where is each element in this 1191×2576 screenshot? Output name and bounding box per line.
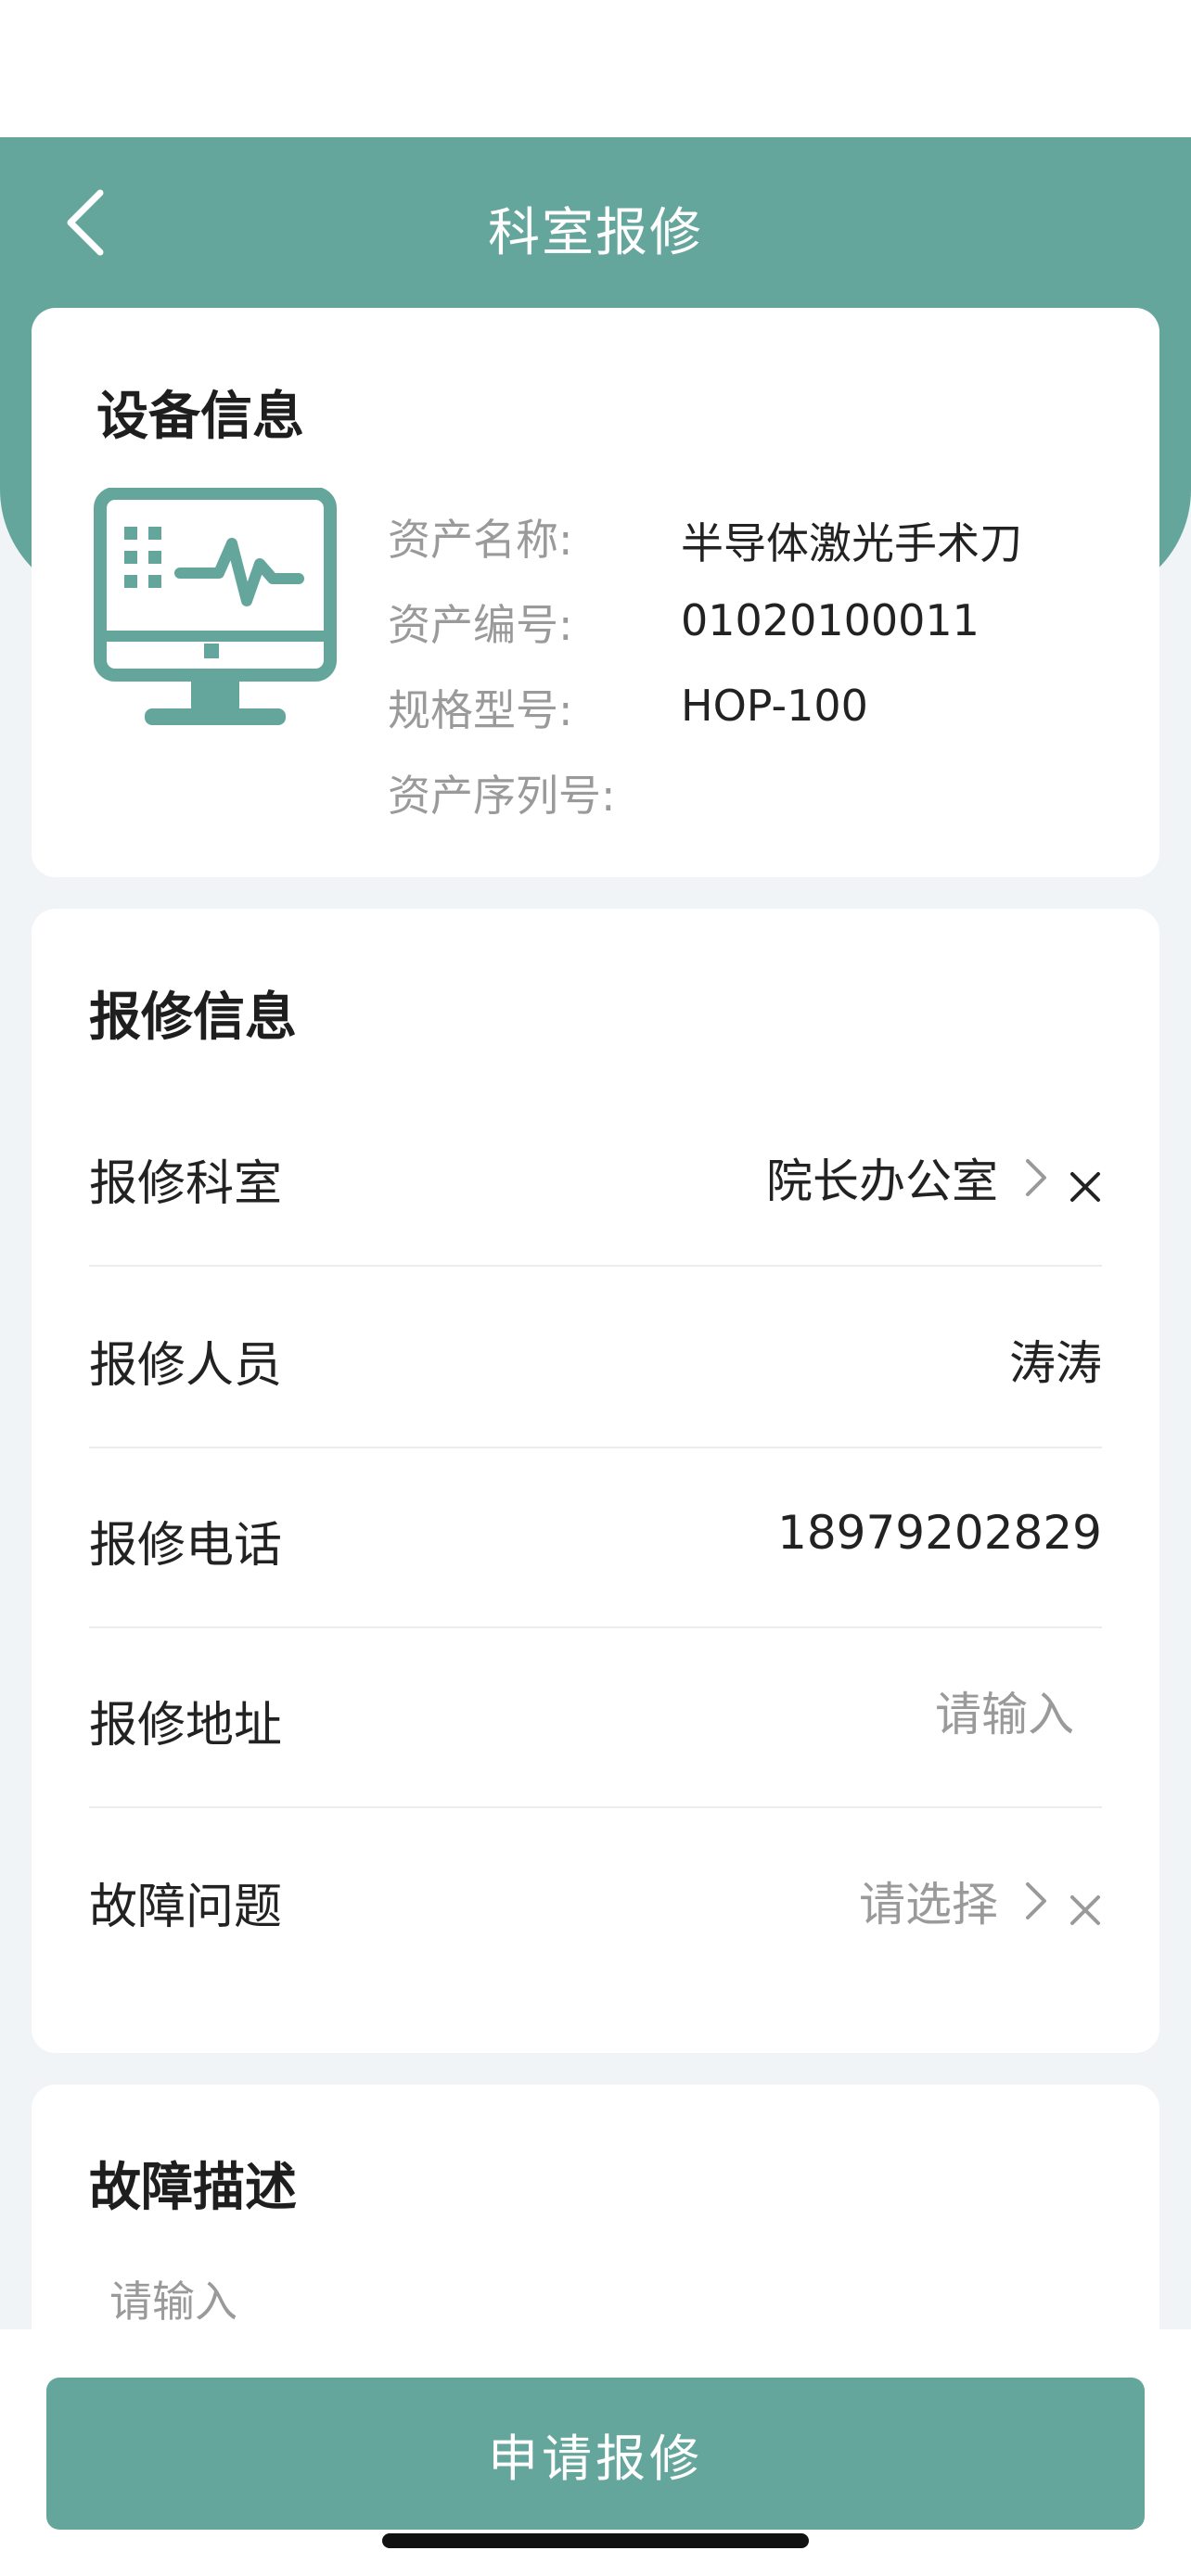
clear-icon[interactable] [1069, 1161, 1102, 1202]
model-value: HOP-100 [681, 681, 868, 731]
repair-info-card: 报修信息 报修科室 院长办公室 报修人员 涛涛 报修电话 18979202829… [32, 909, 1159, 2053]
department-label: 报修科室 [89, 1156, 283, 1212]
asset-name-value: 半导体激光手术刀 [681, 518, 1022, 568]
person-row: 报修人员 涛涛 [89, 1269, 1102, 1448]
phone-row: 报修电话 18979202829 [89, 1448, 1102, 1628]
serial-number-row: 资产序列号: [388, 762, 1130, 829]
address-row: 报修地址 [89, 1628, 1102, 1808]
address-input-wrap [518, 1682, 1074, 1747]
person-label: 报修人员 [89, 1338, 283, 1394]
fault-placeholder: 请选择 [859, 1878, 998, 1932]
nav-bar: 科室报修 [0, 137, 1191, 308]
asset-number-label: 资产编号: [388, 600, 573, 650]
device-info-card: 设备信息 资产名称: 半导体激光手术刀 资产编号: 01020100011 规格… [32, 308, 1159, 877]
status-bar [0, 0, 1191, 137]
page-title: 科室报修 [488, 203, 703, 263]
clear-icon[interactable] [1069, 1884, 1102, 1925]
fault-description-title: 故障描述 [89, 2158, 297, 2218]
model-row: 规格型号: HOP-100 [388, 677, 1130, 744]
repair-info-title: 报修信息 [89, 988, 297, 1048]
chevron-right-icon [1022, 1879, 1050, 1923]
department-selector[interactable]: 院长办公室 [766, 1144, 1102, 1211]
fault-label: 故障问题 [89, 1880, 283, 1935]
device-info-title: 设备信息 [96, 387, 304, 447]
phone-value: 18979202829 [777, 1506, 1102, 1560]
phone-label: 报修电话 [89, 1518, 283, 1574]
asset-number-row: 资产编号: 01020100011 [388, 592, 1130, 658]
asset-number-value: 01020100011 [681, 595, 980, 645]
department-row[interactable]: 报修科室 院长办公室 [89, 1087, 1102, 1267]
fault-row[interactable]: 故障问题 请选择 [89, 1810, 1102, 1990]
model-label: 规格型号: [388, 685, 573, 735]
person-value: 涛涛 [1009, 1336, 1102, 1390]
address-label: 报修地址 [89, 1698, 283, 1753]
asset-name-label: 资产名称: [388, 515, 573, 565]
serial-number-label: 资产序列号: [388, 771, 616, 821]
address-input[interactable] [518, 1682, 1074, 1747]
home-indicator [382, 2533, 809, 2548]
monitor-heartbeat-icon [93, 487, 338, 733]
submit-repair-button[interactable]: 申请报修 [46, 2378, 1145, 2530]
chevron-right-icon [1022, 1155, 1050, 1200]
asset-name-row: 资产名称: 半导体激光手术刀 [388, 506, 1130, 573]
department-value: 院长办公室 [766, 1154, 998, 1208]
fault-selector[interactable]: 请选择 [859, 1868, 1102, 1934]
